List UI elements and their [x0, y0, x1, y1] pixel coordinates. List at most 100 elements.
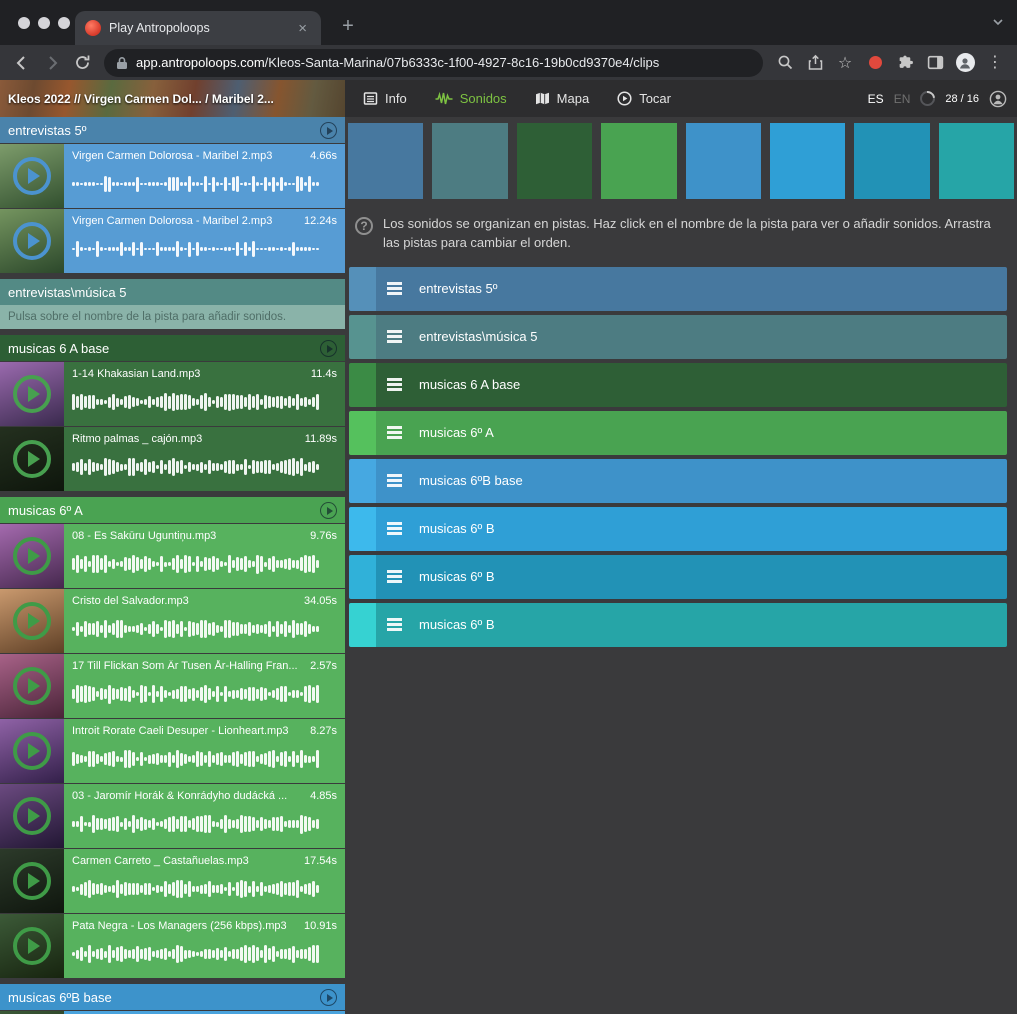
breadcrumb[interactable]: Kleos 2022 // Virgen Carmen Dol... / Mar…	[0, 80, 345, 117]
lang-en-button[interactable]: EN	[894, 92, 911, 106]
recording-extension-icon[interactable]	[861, 49, 889, 77]
clip-play-icon[interactable]	[13, 927, 51, 965]
section-title[interactable]: entrevistas 5º	[8, 123, 320, 138]
track-name[interactable]: musicas 6º B	[419, 617, 495, 632]
track-body[interactable]: musicas 6º A	[376, 411, 1007, 455]
track-row[interactable]: musicas 6 A base	[349, 363, 1007, 407]
clip-play-icon[interactable]	[13, 157, 51, 195]
drag-handle-icon[interactable]	[387, 570, 402, 583]
track-row[interactable]: musicas 6º B	[349, 555, 1007, 599]
track-row[interactable]: musicas 6º B	[349, 507, 1007, 551]
clip-item[interactable]: 03 - Jaromír Horák & Konrádyho dudácká .…	[0, 784, 345, 848]
track-color-swatch[interactable]	[854, 123, 929, 199]
track-row[interactable]: musicas 6º A	[349, 411, 1007, 455]
clip-thumbnail[interactable]	[0, 719, 64, 783]
track-color-swatch[interactable]	[517, 123, 592, 199]
drag-handle-icon[interactable]	[387, 426, 402, 439]
drag-handle-icon[interactable]	[387, 282, 402, 295]
clip-play-icon[interactable]	[13, 797, 51, 835]
lang-es-button[interactable]: ES	[868, 92, 884, 106]
clip-thumbnail[interactable]	[0, 784, 64, 848]
track-color-swatch[interactable]	[686, 123, 761, 199]
clip-item[interactable]: 08 - Es Sakūru Uguntiņu.mp3 9.76s	[0, 524, 345, 588]
profile-avatar[interactable]	[951, 49, 979, 77]
minimize-window-button[interactable]	[38, 17, 50, 29]
track-body[interactable]: musicas 6º B	[376, 555, 1007, 599]
tab-search-chevron-icon[interactable]	[991, 15, 1005, 34]
browser-menu-icon[interactable]: ⋮	[981, 49, 1009, 77]
drag-handle-icon[interactable]	[387, 474, 402, 487]
track-name[interactable]: entrevistas\música 5	[419, 329, 538, 344]
back-button[interactable]	[8, 49, 36, 77]
track-color-swatch[interactable]	[348, 123, 423, 199]
track-row[interactable]: entrevistas\música 5	[349, 315, 1007, 359]
clip-thumbnail[interactable]	[0, 362, 64, 426]
clip-play-icon[interactable]	[13, 667, 51, 705]
clip-thumbnail[interactable]	[0, 849, 64, 913]
section-title[interactable]: musicas 6º A	[8, 503, 320, 518]
clip-thumbnail[interactable]	[0, 914, 64, 978]
tab-tocar[interactable]: Tocar	[617, 91, 671, 106]
clip-thumbnail[interactable]	[0, 524, 64, 588]
track-name[interactable]: musicas 6º B	[419, 521, 495, 536]
track-color-swatch[interactable]	[432, 123, 507, 199]
reload-button[interactable]	[68, 49, 96, 77]
clip-item[interactable]: Ritmo palmas _ cajón.mp3 11.89s	[0, 427, 345, 491]
clip-play-icon[interactable]	[13, 222, 51, 260]
close-window-button[interactable]	[18, 17, 30, 29]
track-body[interactable]: musicas 6º B	[376, 603, 1007, 647]
track-body[interactable]: entrevistas\música 5	[376, 315, 1007, 359]
clip-item[interactable]: 17 Till Flickan Som Är Tusen År-Halling …	[0, 654, 345, 718]
track-color-swatch[interactable]	[601, 123, 676, 199]
clip-thumbnail[interactable]	[0, 209, 64, 273]
clip-thumbnail[interactable]	[0, 427, 64, 491]
track-body[interactable]: musicas 6º B	[376, 507, 1007, 551]
clip-play-icon[interactable]	[13, 732, 51, 770]
clip-thumbnail[interactable]	[0, 654, 64, 718]
section-header[interactable]: musicas 6ºB base	[0, 984, 345, 1010]
track-name[interactable]: musicas 6º A	[419, 425, 494, 440]
track-name[interactable]: musicas 6º B	[419, 569, 495, 584]
new-tab-button[interactable]: +	[334, 13, 362, 41]
section-header[interactable]: entrevistas\música 5	[0, 279, 345, 305]
drag-handle-icon[interactable]	[387, 522, 402, 535]
clip-item[interactable]: 1-14 Khakasian Land.mp3 11.4s	[0, 362, 345, 426]
drag-handle-icon[interactable]	[387, 618, 402, 631]
track-name[interactable]: musicas 6 A base	[419, 377, 520, 392]
clip-item[interactable]: Virgen Carmen Dolorosa - Maribel 2.mp3 4…	[0, 144, 345, 208]
track-body[interactable]: entrevistas 5º	[376, 267, 1007, 311]
drag-handle-icon[interactable]	[387, 330, 402, 343]
section-play-icon[interactable]	[320, 340, 337, 357]
side-panel-icon[interactable]	[921, 49, 949, 77]
section-play-icon[interactable]	[320, 989, 337, 1006]
tab-sonidos[interactable]: Sonidos	[435, 91, 507, 106]
clip-item[interactable]: Pata Negra - Los Managers (256 kbps).mp3…	[0, 914, 345, 978]
clip-item[interactable]: Introit Rorate Caeli Desuper - Lionheart…	[0, 719, 345, 783]
clip-item[interactable]: Cristo del Salvador.mp3 34.05s	[0, 589, 345, 653]
section-header[interactable]: musicas 6º A	[0, 497, 345, 523]
clip-thumbnail[interactable]	[0, 589, 64, 653]
browser-tab[interactable]: Play Antropoloops ×	[75, 11, 321, 45]
zoom-indicator-icon[interactable]	[771, 49, 799, 77]
section-title[interactable]: musicas 6ºB base	[8, 990, 320, 1005]
account-icon[interactable]	[989, 90, 1007, 108]
tab-close-icon[interactable]: ×	[294, 19, 311, 38]
section-header[interactable]: entrevistas 5º	[0, 117, 345, 143]
clip-play-icon[interactable]	[13, 862, 51, 900]
clip-item[interactable]: Carmen Carreto _ Castañuelas.mp3 17.54s	[0, 849, 345, 913]
tab-mapa[interactable]: Mapa	[535, 91, 590, 106]
track-row[interactable]: musicas 6º B	[349, 603, 1007, 647]
clip-play-icon[interactable]	[13, 537, 51, 575]
section-title[interactable]: musicas 6 A base	[8, 341, 320, 356]
clip-play-icon[interactable]	[13, 375, 51, 413]
track-body[interactable]: musicas 6ºB base	[376, 459, 1007, 503]
track-name[interactable]: musicas 6ºB base	[419, 473, 523, 488]
address-bar[interactable]: app.antropoloops.com/Kleos-Santa-Marina/…	[104, 49, 763, 77]
track-body[interactable]: musicas 6 A base	[376, 363, 1007, 407]
share-icon[interactable]	[801, 49, 829, 77]
tab-info[interactable]: Info	[363, 91, 407, 106]
track-color-swatch[interactable]	[770, 123, 845, 199]
forward-button[interactable]	[38, 49, 66, 77]
track-color-swatch[interactable]	[939, 123, 1014, 199]
track-row[interactable]: musicas 6ºB base	[349, 459, 1007, 503]
